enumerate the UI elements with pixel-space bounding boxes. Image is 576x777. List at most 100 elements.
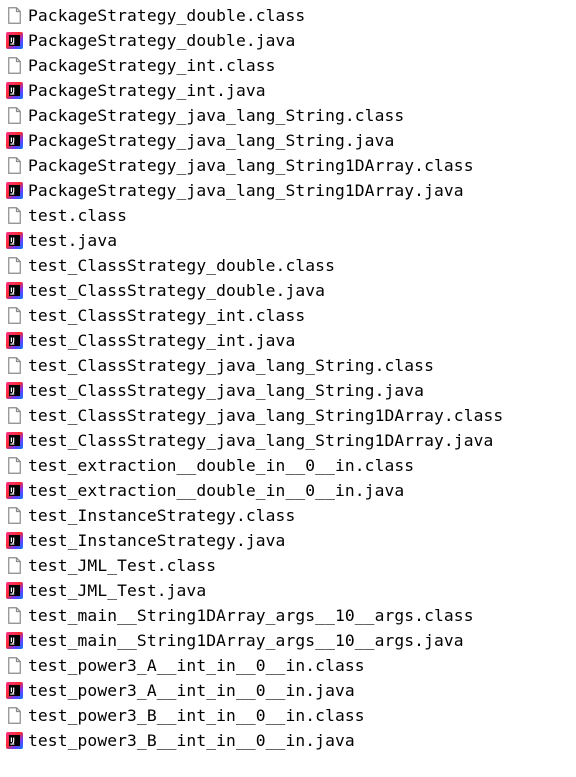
file-name-label: PackageStrategy_java_lang_String1DArray.… bbox=[28, 181, 464, 200]
intellij-java-file-icon: IJ bbox=[6, 432, 23, 450]
file-name-label: test_main__String1DArray_args__10__args.… bbox=[28, 631, 464, 650]
file-list-item[interactable]: test_main__String1DArray_args__10__args.… bbox=[0, 603, 576, 628]
file-list-item[interactable]: IJ test_power3_B__int_in__0__in.java bbox=[0, 728, 576, 753]
class-file-icon bbox=[6, 107, 23, 125]
file-list-item[interactable]: test_JML_Test.class bbox=[0, 553, 576, 578]
intellij-java-file-icon: IJ bbox=[6, 282, 23, 300]
file-list-item[interactable]: test_InstanceStrategy.class bbox=[0, 503, 576, 528]
svg-text:IJ: IJ bbox=[10, 187, 15, 194]
file-name-label: test.java bbox=[28, 231, 118, 250]
file-name-label: PackageStrategy_java_lang_String.class bbox=[28, 106, 405, 125]
svg-text:IJ: IJ bbox=[10, 237, 15, 244]
file-list-item[interactable]: IJ test_JML_Test.java bbox=[0, 578, 576, 603]
class-file-icon bbox=[6, 407, 23, 425]
svg-text:IJ: IJ bbox=[10, 437, 15, 444]
file-name-label: test_ClassStrategy_java_lang_String.java bbox=[28, 381, 425, 400]
intellij-java-file-icon: IJ bbox=[6, 582, 23, 600]
intellij-java-file-icon: IJ bbox=[6, 682, 23, 700]
file-name-label: test_ClassStrategy_int.class bbox=[28, 306, 306, 325]
file-name-label: PackageStrategy_java_lang_String.java bbox=[28, 131, 395, 150]
file-list-item[interactable]: IJ PackageStrategy_java_lang_String1DArr… bbox=[0, 178, 576, 203]
file-list-item[interactable]: IJ test_power3_A__int_in__0__in.java bbox=[0, 678, 576, 703]
class-file-icon bbox=[6, 307, 23, 325]
file-name-label: test_extraction__double_in__0__in.java bbox=[28, 481, 405, 500]
file-list-item[interactable]: test_power3_B__int_in__0__in.class bbox=[0, 703, 576, 728]
file-list-item[interactable]: test_ClassStrategy_java_lang_String.clas… bbox=[0, 353, 576, 378]
class-file-icon bbox=[6, 557, 23, 575]
class-file-icon bbox=[6, 157, 23, 175]
file-name-label: test_ClassStrategy_java_lang_String.clas… bbox=[28, 356, 434, 375]
svg-text:IJ: IJ bbox=[10, 487, 15, 494]
file-list-item[interactable]: IJ test_extraction__double_in__0__in.jav… bbox=[0, 478, 576, 503]
svg-text:IJ: IJ bbox=[10, 137, 15, 144]
file-name-label: test_JML_Test.java bbox=[28, 581, 207, 600]
class-file-icon bbox=[6, 707, 23, 725]
file-name-label: test_ClassStrategy_java_lang_String1DArr… bbox=[28, 406, 504, 425]
file-list-item[interactable]: PackageStrategy_int.class bbox=[0, 53, 576, 78]
file-name-label: test_ClassStrategy_java_lang_String1DArr… bbox=[28, 431, 494, 450]
file-name-label: test_ClassStrategy_int.java bbox=[28, 331, 296, 350]
file-name-label: test_JML_Test.class bbox=[28, 556, 217, 575]
file-list-item[interactable]: PackageStrategy_java_lang_String.class bbox=[0, 103, 576, 128]
intellij-java-file-icon: IJ bbox=[6, 182, 23, 200]
svg-text:IJ: IJ bbox=[10, 387, 15, 394]
file-list-item[interactable]: IJ PackageStrategy_int.java bbox=[0, 78, 576, 103]
class-file-icon bbox=[6, 607, 23, 625]
file-list-item[interactable]: test_ClassStrategy_double.class bbox=[0, 253, 576, 278]
intellij-java-file-icon: IJ bbox=[6, 82, 23, 100]
class-file-icon bbox=[6, 457, 23, 475]
class-file-icon bbox=[6, 57, 23, 75]
file-list-item[interactable]: IJ test_ClassStrategy_java_lang_String1D… bbox=[0, 428, 576, 453]
file-list-item[interactable]: test_ClassStrategy_int.class bbox=[0, 303, 576, 328]
file-name-label: test_power3_B__int_in__0__in.class bbox=[28, 706, 365, 725]
file-name-label: test_extraction__double_in__0__in.class bbox=[28, 456, 415, 475]
intellij-java-file-icon: IJ bbox=[6, 382, 23, 400]
svg-text:IJ: IJ bbox=[10, 737, 15, 744]
file-name-label: PackageStrategy_double.java bbox=[28, 31, 296, 50]
svg-text:IJ: IJ bbox=[10, 637, 15, 644]
intellij-java-file-icon: IJ bbox=[6, 732, 23, 750]
file-name-label: test_power3_A__int_in__0__in.java bbox=[28, 681, 355, 700]
intellij-java-file-icon: IJ bbox=[6, 482, 23, 500]
class-file-icon bbox=[6, 207, 23, 225]
file-name-label: test_main__String1DArray_args__10__args.… bbox=[28, 606, 474, 625]
intellij-java-file-icon: IJ bbox=[6, 332, 23, 350]
file-list-item[interactable]: IJ test.java bbox=[0, 228, 576, 253]
file-list-item[interactable]: test.class bbox=[0, 203, 576, 228]
file-name-label: test_ClassStrategy_double.java bbox=[28, 281, 326, 300]
file-name-label: test.class bbox=[28, 206, 128, 225]
file-list-item[interactable]: IJ PackageStrategy_java_lang_String.java bbox=[0, 128, 576, 153]
file-list: PackageStrategy_double.class IJ PackageS… bbox=[0, 3, 576, 753]
file-name-label: test_ClassStrategy_double.class bbox=[28, 256, 335, 275]
svg-text:IJ: IJ bbox=[10, 537, 15, 544]
file-name-label: PackageStrategy_java_lang_String1DArray.… bbox=[28, 156, 474, 175]
file-list-item[interactable]: test_ClassStrategy_java_lang_String1DArr… bbox=[0, 403, 576, 428]
file-list-item[interactable]: IJ test_ClassStrategy_int.java bbox=[0, 328, 576, 353]
file-list-item[interactable]: PackageStrategy_java_lang_String1DArray.… bbox=[0, 153, 576, 178]
file-list-item[interactable]: IJ test_main__String1DArray_args__10__ar… bbox=[0, 628, 576, 653]
file-name-label: PackageStrategy_int.class bbox=[28, 56, 276, 75]
class-file-icon bbox=[6, 357, 23, 375]
intellij-java-file-icon: IJ bbox=[6, 232, 23, 250]
file-name-label: PackageStrategy_double.class bbox=[28, 6, 306, 25]
svg-text:IJ: IJ bbox=[10, 87, 15, 94]
file-list-item[interactable]: IJ test_ClassStrategy_java_lang_String.j… bbox=[0, 378, 576, 403]
file-list-item[interactable]: PackageStrategy_double.class bbox=[0, 3, 576, 28]
file-list-item[interactable]: IJ test_InstanceStrategy.java bbox=[0, 528, 576, 553]
svg-text:IJ: IJ bbox=[10, 37, 15, 44]
file-list-item[interactable]: IJ PackageStrategy_double.java bbox=[0, 28, 576, 53]
file-list-item[interactable]: test_power3_A__int_in__0__in.class bbox=[0, 653, 576, 678]
class-file-icon bbox=[6, 257, 23, 275]
file-name-label: test_power3_A__int_in__0__in.class bbox=[28, 656, 365, 675]
class-file-icon bbox=[6, 7, 23, 25]
file-list-item[interactable]: test_extraction__double_in__0__in.class bbox=[0, 453, 576, 478]
file-name-label: test_power3_B__int_in__0__in.java bbox=[28, 731, 355, 750]
svg-text:IJ: IJ bbox=[10, 587, 15, 594]
intellij-java-file-icon: IJ bbox=[6, 632, 23, 650]
intellij-java-file-icon: IJ bbox=[6, 132, 23, 150]
svg-text:IJ: IJ bbox=[10, 337, 15, 344]
intellij-java-file-icon: IJ bbox=[6, 32, 23, 50]
file-list-item[interactable]: IJ test_ClassStrategy_double.java bbox=[0, 278, 576, 303]
file-name-label: test_InstanceStrategy.class bbox=[28, 506, 296, 525]
file-name-label: test_InstanceStrategy.java bbox=[28, 531, 286, 550]
